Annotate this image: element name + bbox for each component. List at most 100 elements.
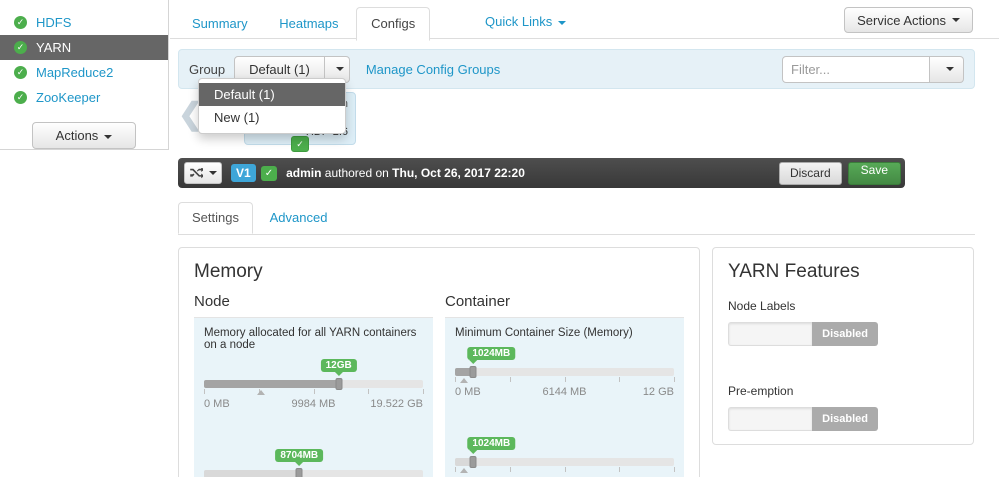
default-value-marker (460, 468, 468, 473)
filter-group (782, 56, 964, 83)
container-column-title: Container (445, 293, 684, 318)
slider-tick (455, 467, 456, 472)
slider-tick-label: 0 MB (455, 386, 481, 398)
current-check-icon (261, 166, 277, 181)
slider-value-badge: 1024MB (467, 347, 515, 360)
toggle-track (728, 407, 812, 431)
slider-tick (204, 389, 205, 394)
manage-config-groups-link[interactable]: Manage Config Groups (366, 62, 500, 77)
config-tab-bar: Settings Advanced (178, 202, 975, 235)
version-info-bar: V1 admin authored on Thu, Oct 26, 2017 2… (178, 158, 905, 188)
authored-date: Thu, Oct 26, 2017 22:20 (392, 166, 525, 180)
slider-tick-label: 19.522 GB (370, 398, 423, 410)
slider-tick (510, 467, 511, 472)
slider-track[interactable] (204, 380, 423, 388)
slider-track[interactable] (204, 470, 423, 477)
tab-configs[interactable]: Configs (356, 7, 430, 41)
service-health-ok-icon (14, 41, 27, 54)
service-actions-button[interactable]: Service Actions (844, 7, 973, 33)
sidebar-item-hdfs[interactable]: HDFS (0, 10, 168, 35)
version-authored-text: admin authored on Thu, Oct 26, 2017 22:2… (286, 166, 525, 180)
service-health-ok-icon (14, 16, 27, 29)
sidebar-item-mapreduce2[interactable]: MapReduce2 (0, 60, 168, 85)
slider-tick (423, 389, 424, 394)
current-version-check-icon (291, 136, 309, 152)
tab-advanced[interactable]: Advanced (257, 203, 341, 233)
node-memory-slider: 12GB 0 MB 9984 MB (204, 359, 423, 417)
slider-tick (455, 377, 456, 382)
version-badge: V1 (231, 164, 256, 182)
caret-down-icon (209, 171, 217, 175)
slider-value-badge: 12GB (321, 359, 357, 372)
slider-tick (619, 377, 620, 382)
author-name: admin (286, 166, 321, 180)
tab-summary[interactable]: Summary (178, 8, 262, 40)
container-size-slider: 1024MB 0 MB 6144 M (455, 347, 674, 405)
filter-dropdown-button[interactable] (930, 56, 964, 83)
slider-tick (368, 389, 369, 394)
toggle-state-label: Disabled (812, 407, 878, 431)
pre-emption-label: Pre-emption (728, 384, 958, 398)
memory-panel: Memory Node Memory allocated for all YAR… (178, 247, 700, 477)
memory-title: Memory (194, 261, 684, 283)
slider-tick-label: 6144 MB (542, 386, 586, 398)
default-value-marker (460, 378, 468, 383)
caret-down-icon (946, 67, 954, 71)
slider-handle[interactable] (470, 456, 477, 468)
default-value-marker (257, 390, 265, 395)
node-config-box: Memory allocated for all YARN containers… (194, 318, 433, 477)
node-memory-slider-new: 8704MB 0 MB 9984 M (204, 449, 423, 477)
sidebar-item-label: YARN (36, 40, 71, 55)
slider-tick (619, 467, 620, 472)
slider-tick-label: 0 MB (204, 398, 230, 410)
slider-tick (510, 377, 511, 382)
slider-tick (674, 467, 675, 472)
main-content: Summary Heatmaps Configs Quick Links Ser… (170, 0, 999, 477)
slider-value-badge: 1024MB (467, 437, 515, 450)
slider-handle[interactable] (335, 378, 342, 390)
node-labels-label: Node Labels (728, 299, 958, 313)
caret-down-icon (952, 18, 960, 22)
slider-tick-label: 9984 MB (291, 398, 335, 410)
shuffle-icon (190, 168, 203, 179)
slider-track[interactable] (455, 368, 674, 376)
compare-versions-button[interactable] (184, 162, 222, 184)
spacer (728, 346, 958, 368)
slider-handle[interactable] (296, 468, 303, 477)
service-health-ok-icon (14, 66, 27, 79)
slider-track[interactable] (455, 458, 674, 466)
sidebar-item-label: MapReduce2 (36, 65, 113, 80)
group-label: Group (189, 62, 225, 77)
slider-fill (204, 380, 339, 388)
container-config-box: Minimum Container Size (Memory) 1024MB (445, 318, 684, 477)
tab-heatmaps[interactable]: Heatmaps (265, 8, 352, 40)
node-column: Node Memory allocated for all YARN conta… (194, 293, 433, 477)
quick-links-dropdown[interactable]: Quick Links (485, 14, 566, 29)
pre-emption-toggle[interactable]: Disabled (728, 407, 878, 431)
actions-dropdown-button[interactable]: Actions (32, 122, 136, 149)
sidebar-item-yarn[interactable]: YARN (0, 35, 168, 60)
version-bar-actions: Discard Save (779, 162, 901, 185)
caret-down-icon (336, 67, 344, 71)
tab-settings[interactable]: Settings (178, 202, 253, 234)
menu-item-new[interactable]: New (1) (199, 106, 345, 129)
caret-down-icon (104, 135, 112, 139)
yarn-features-title: YARN Features (728, 261, 958, 283)
sidebar-item-label: HDFS (36, 15, 71, 30)
container-size-slider-new: 1024MB 0 MB 6144 M (455, 437, 674, 477)
config-content: Memory Node Memory allocated for all YAR… (178, 247, 975, 477)
node-labels-toggle[interactable]: Disabled (728, 322, 878, 346)
slider-tick (565, 467, 566, 472)
menu-item-default[interactable]: Default (1) (199, 83, 345, 106)
sidebar-item-label: ZooKeeper (36, 90, 100, 105)
memory-columns: Node Memory allocated for all YARN conta… (194, 293, 684, 477)
toggle-track (728, 322, 812, 346)
discard-button[interactable]: Discard (779, 162, 842, 185)
save-button[interactable]: Save (848, 162, 901, 185)
filter-input[interactable] (782, 56, 930, 83)
service-tab-bar: Summary Heatmaps Configs Quick Links Ser… (170, 0, 999, 39)
services-sidebar: HDFS YARN MapReduce2 ZooKeeper Actions (0, 0, 169, 150)
sidebar-item-zookeeper[interactable]: ZooKeeper (0, 85, 168, 110)
slider-handle[interactable] (470, 366, 477, 378)
container-column: Container Minimum Container Size (Memory… (445, 293, 684, 477)
